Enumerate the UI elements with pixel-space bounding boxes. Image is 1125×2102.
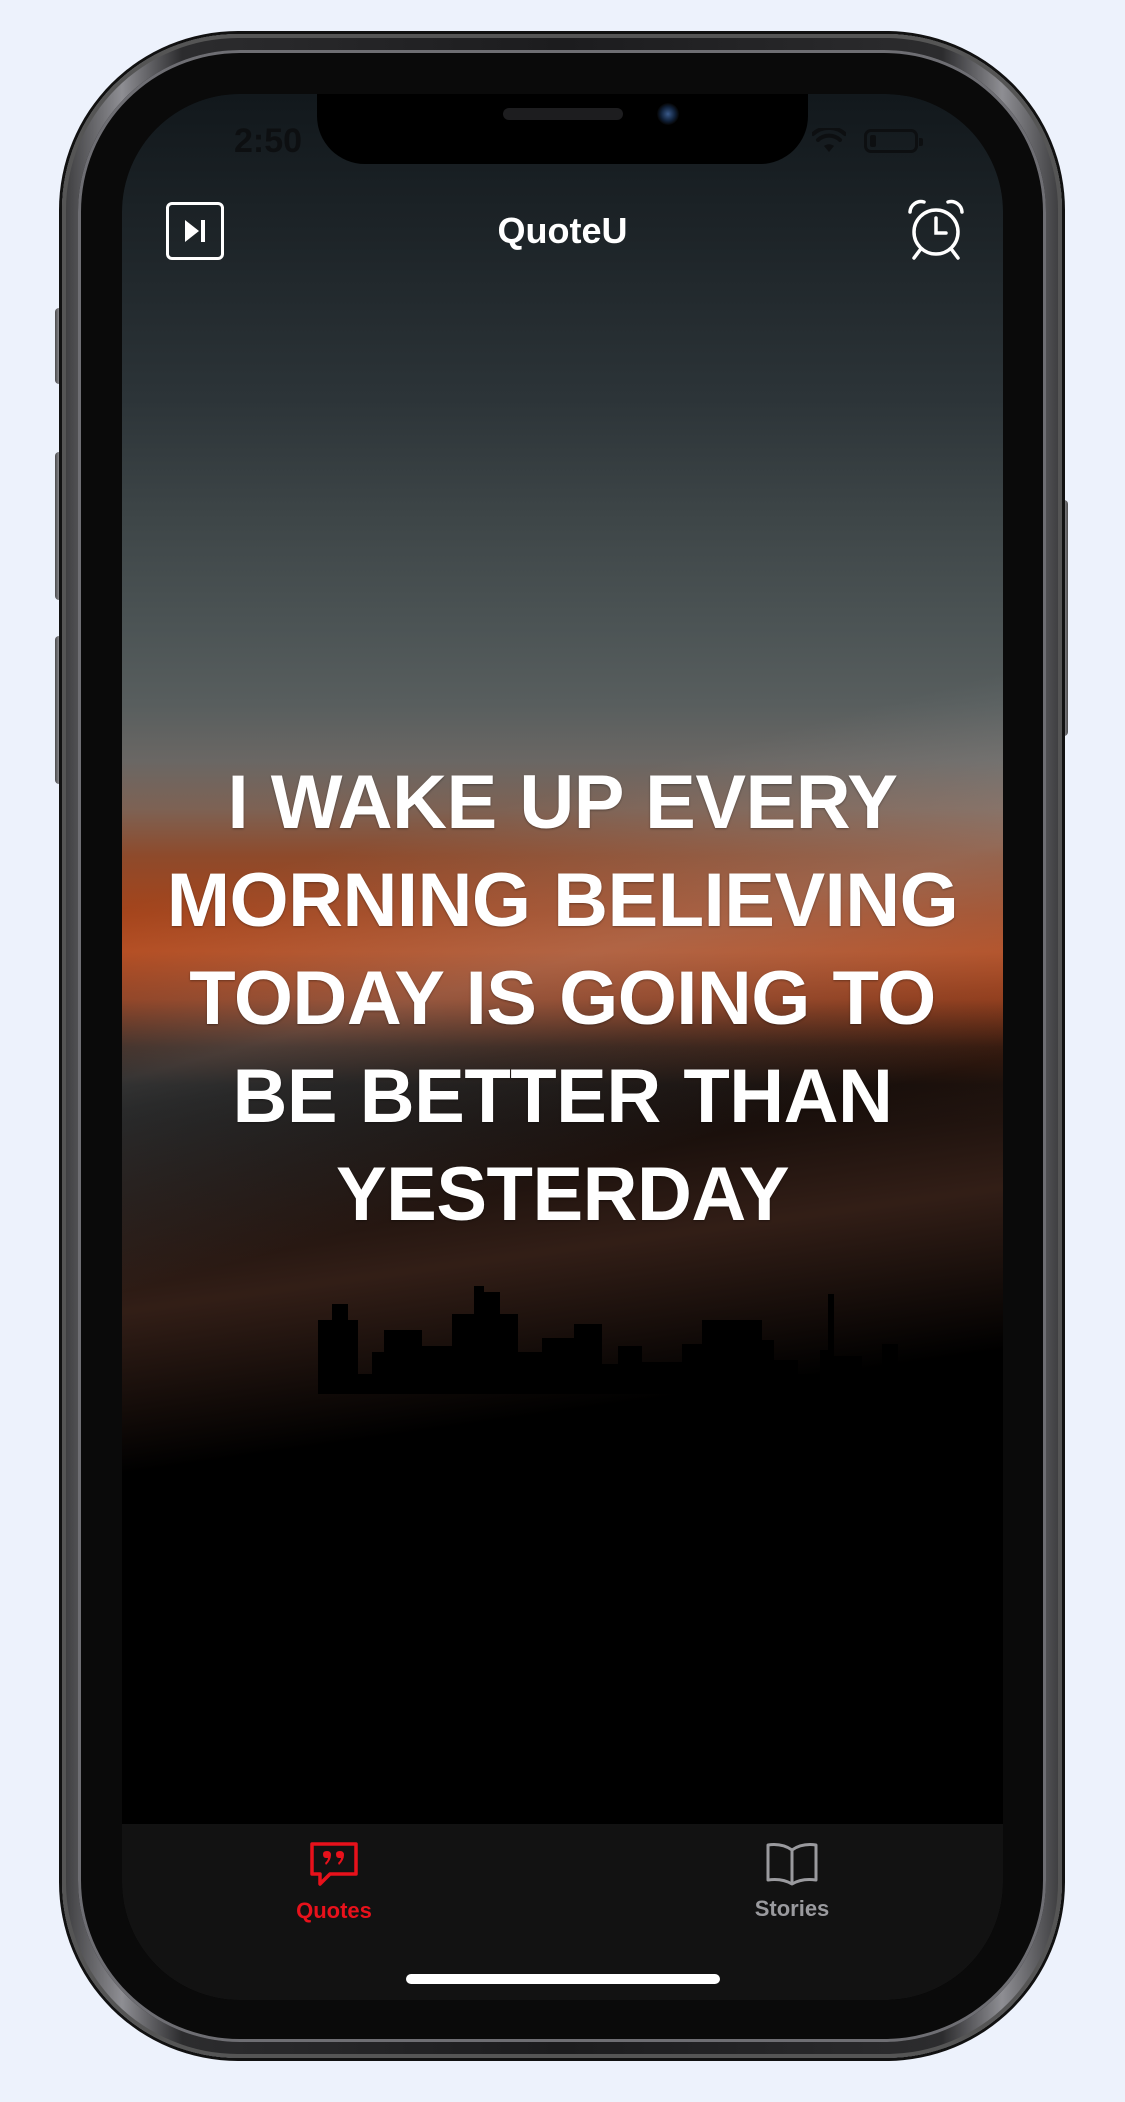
notch: [317, 94, 808, 164]
alarm-button[interactable]: [902, 196, 970, 264]
tab-stories-label: Stories: [754, 1896, 830, 1921]
tab-quotes[interactable]: Quotes: [224, 1840, 444, 1950]
status-icons: [812, 128, 923, 154]
wifi-icon: [812, 128, 846, 152]
nav-bar: QuoteU: [122, 192, 1003, 264]
quote-text: I WAKE UP EVERY MORNING BELIEVING TODAY …: [166, 760, 959, 1237]
front-camera: [657, 103, 679, 125]
device-mockup: 2:50 QuoteU I WAKE UP EVERY MORNING BELI…: [0, 0, 1125, 2102]
app-screen: 2:50 QuoteU I WAKE UP EVERY MORNING BELI…: [122, 94, 1003, 2000]
quote-bubble-icon: [310, 1842, 358, 1886]
battery-level: [870, 135, 876, 147]
alarm-clock-icon: [908, 199, 964, 260]
status-time: 2:50: [234, 122, 303, 160]
tab-quotes-label: Quotes: [296, 1898, 372, 1923]
app-title: QuoteU: [497, 210, 628, 251]
speaker-grille: [503, 108, 623, 120]
battery-icon: [864, 129, 923, 153]
tab-stories[interactable]: Stories: [682, 1840, 902, 1950]
home-indicator[interactable]: [406, 1974, 720, 1984]
open-book-icon: [766, 1843, 818, 1886]
quote-container: I WAKE UP EVERY MORNING BELIEVING TODAY …: [152, 754, 973, 1244]
